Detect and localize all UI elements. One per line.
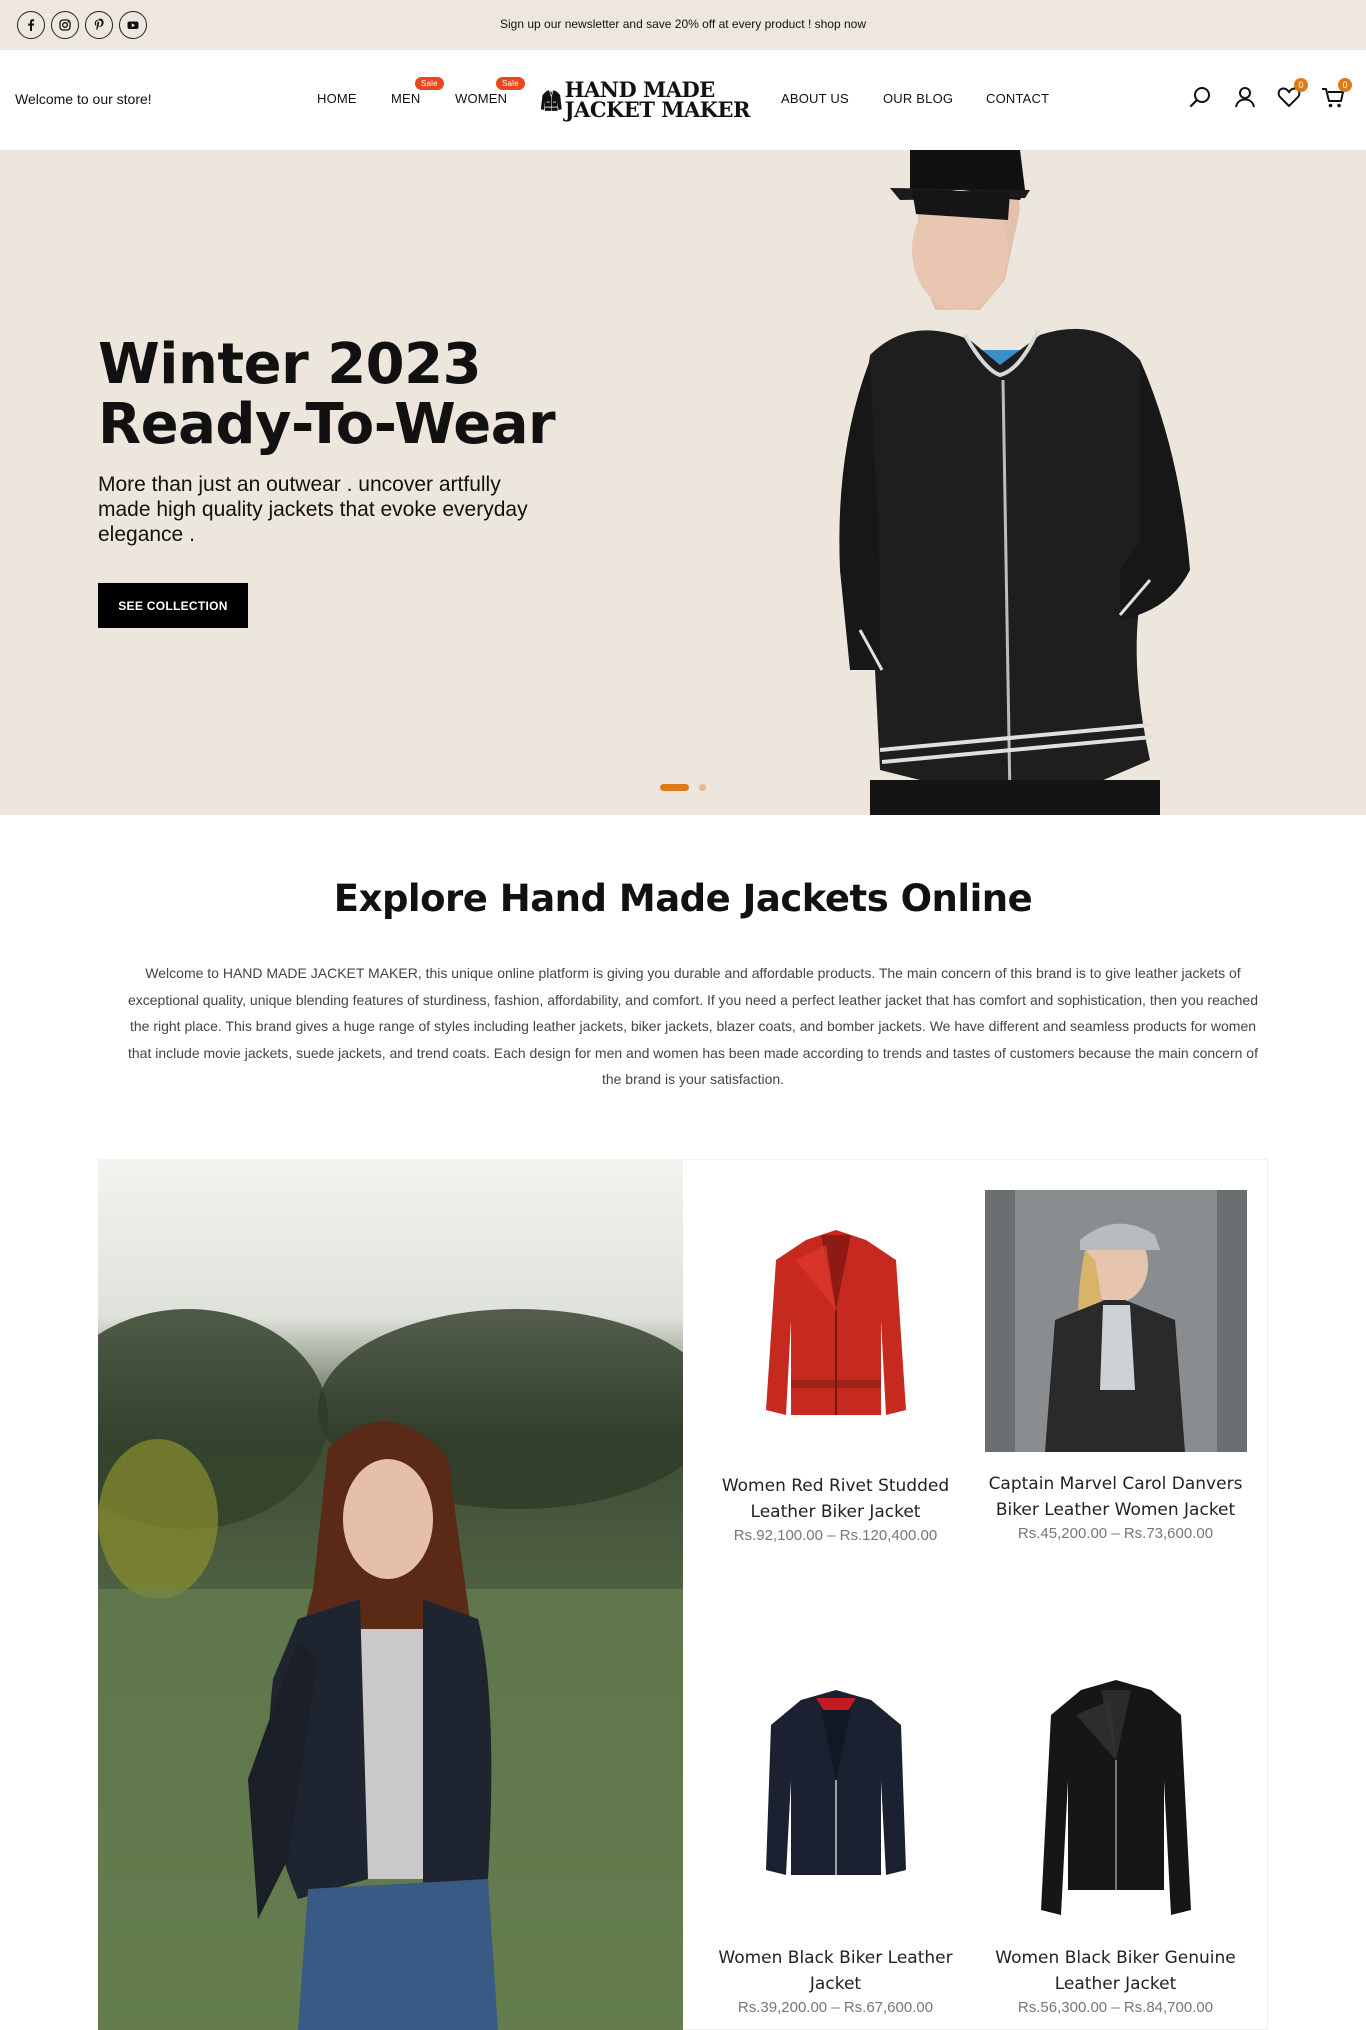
nav-blog[interactable]: OUR BLOG xyxy=(883,91,953,106)
nav-home[interactable]: HOME xyxy=(317,91,357,106)
newsletter-announcement[interactable]: Sign up our newsletter and save 20% off … xyxy=(0,17,1366,31)
cart-icon[interactable]: 0 xyxy=(1320,78,1352,110)
product-image[interactable] xyxy=(736,1670,936,1900)
nav-men[interactable]: MEN Sale xyxy=(391,77,444,106)
product-image[interactable] xyxy=(736,1200,936,1440)
cart-count: 0 xyxy=(1338,78,1352,92)
hero-title-line-2: Ready-To-Wear xyxy=(98,392,556,457)
see-collection-button[interactable]: SEE COLLECTION xyxy=(98,583,248,628)
site-header: Welcome to our store! HOME MEN Sale WOME… xyxy=(0,50,1366,150)
product-image[interactable] xyxy=(1016,1670,1216,1930)
product-price: Rs.45,200.00 – Rs.73,600.00 xyxy=(1017,1525,1214,1542)
product-price: Rs.92,100.00 – Rs.120,400.00 xyxy=(733,1527,938,1544)
hero-model-image xyxy=(839,150,1190,815)
nav-men-label: MEN xyxy=(391,91,421,106)
header-actions: 0 0 xyxy=(1188,78,1352,110)
product-price: Rs.56,300.00 – Rs.84,700.00 xyxy=(1017,1999,1214,2016)
product-card[interactable]: Women Red Rivet Studded Leather Biker Ja… xyxy=(703,1200,968,1544)
announcement-bar: Sign up our newsletter and save 20% off … xyxy=(0,0,1366,50)
product-name[interactable]: Women Red Rivet Studded Leather Biker Ja… xyxy=(703,1473,968,1525)
sale-badge: Sale xyxy=(415,77,444,90)
wishlist-count: 0 xyxy=(1294,78,1308,92)
section-description: Welcome to HAND MADE JACKET MAKER, this … xyxy=(127,965,1259,1087)
sale-badge: Sale xyxy=(496,77,525,90)
product-name[interactable]: Women Black Biker Genuine Leather Jacket xyxy=(983,1945,1248,1997)
product-grid: Women Red Rivet Studded Leather Biker Ja… xyxy=(683,1159,1268,2030)
product-name[interactable]: Captain Marvel Carol Danvers Biker Leath… xyxy=(983,1471,1248,1523)
hero-subtitle: More than just an outwear . uncover artf… xyxy=(98,473,528,546)
account-icon[interactable] xyxy=(1232,84,1258,110)
nav-contact[interactable]: CONTACT xyxy=(986,91,1049,106)
search-icon[interactable] xyxy=(1188,84,1214,110)
product-price: Rs.39,200.00 – Rs.67,600.00 xyxy=(737,1999,934,2016)
welcome-message: Welcome to our store! xyxy=(15,91,152,107)
slider-dot[interactable] xyxy=(699,784,706,791)
featured-woman-photo[interactable] xyxy=(98,1159,683,2030)
section-title: Explore Hand Made Jackets Online xyxy=(333,877,1033,920)
product-card[interactable]: Captain Marvel Carol Danvers Biker Leath… xyxy=(983,1190,1248,1542)
nav-women[interactable]: WOMEN Sale xyxy=(455,77,525,106)
product-image[interactable] xyxy=(984,1190,1247,1452)
hero-title-line-1: Winter 2023 xyxy=(98,332,482,397)
nav-about[interactable]: ABOUT US xyxy=(781,91,849,106)
site-logo[interactable]: HAND MADE JACKET MAKER xyxy=(540,70,751,130)
jacket-logo-icon xyxy=(540,89,562,111)
slider-dot-active[interactable] xyxy=(660,784,689,791)
logo-line-2: JACKET MAKER xyxy=(564,97,751,122)
product-card[interactable]: Women Black Biker Genuine Leather Jacket… xyxy=(983,1670,1248,2016)
hero-title: Winter 2023 Ready-To-Wear xyxy=(98,332,556,457)
logo-text: HAND MADE JACKET MAKER xyxy=(564,79,751,122)
wishlist-icon[interactable]: 0 xyxy=(1276,78,1308,110)
product-card[interactable]: Women Black Biker Leather Jacket Rs.39,2… xyxy=(703,1670,968,2016)
slider-dots xyxy=(660,784,706,791)
product-name[interactable]: Women Black Biker Leather Jacket xyxy=(703,1945,968,1997)
nav-women-label: WOMEN xyxy=(455,91,508,106)
hero-slider: Winter 2023 Ready-To-Wear More than just… xyxy=(0,150,1366,815)
